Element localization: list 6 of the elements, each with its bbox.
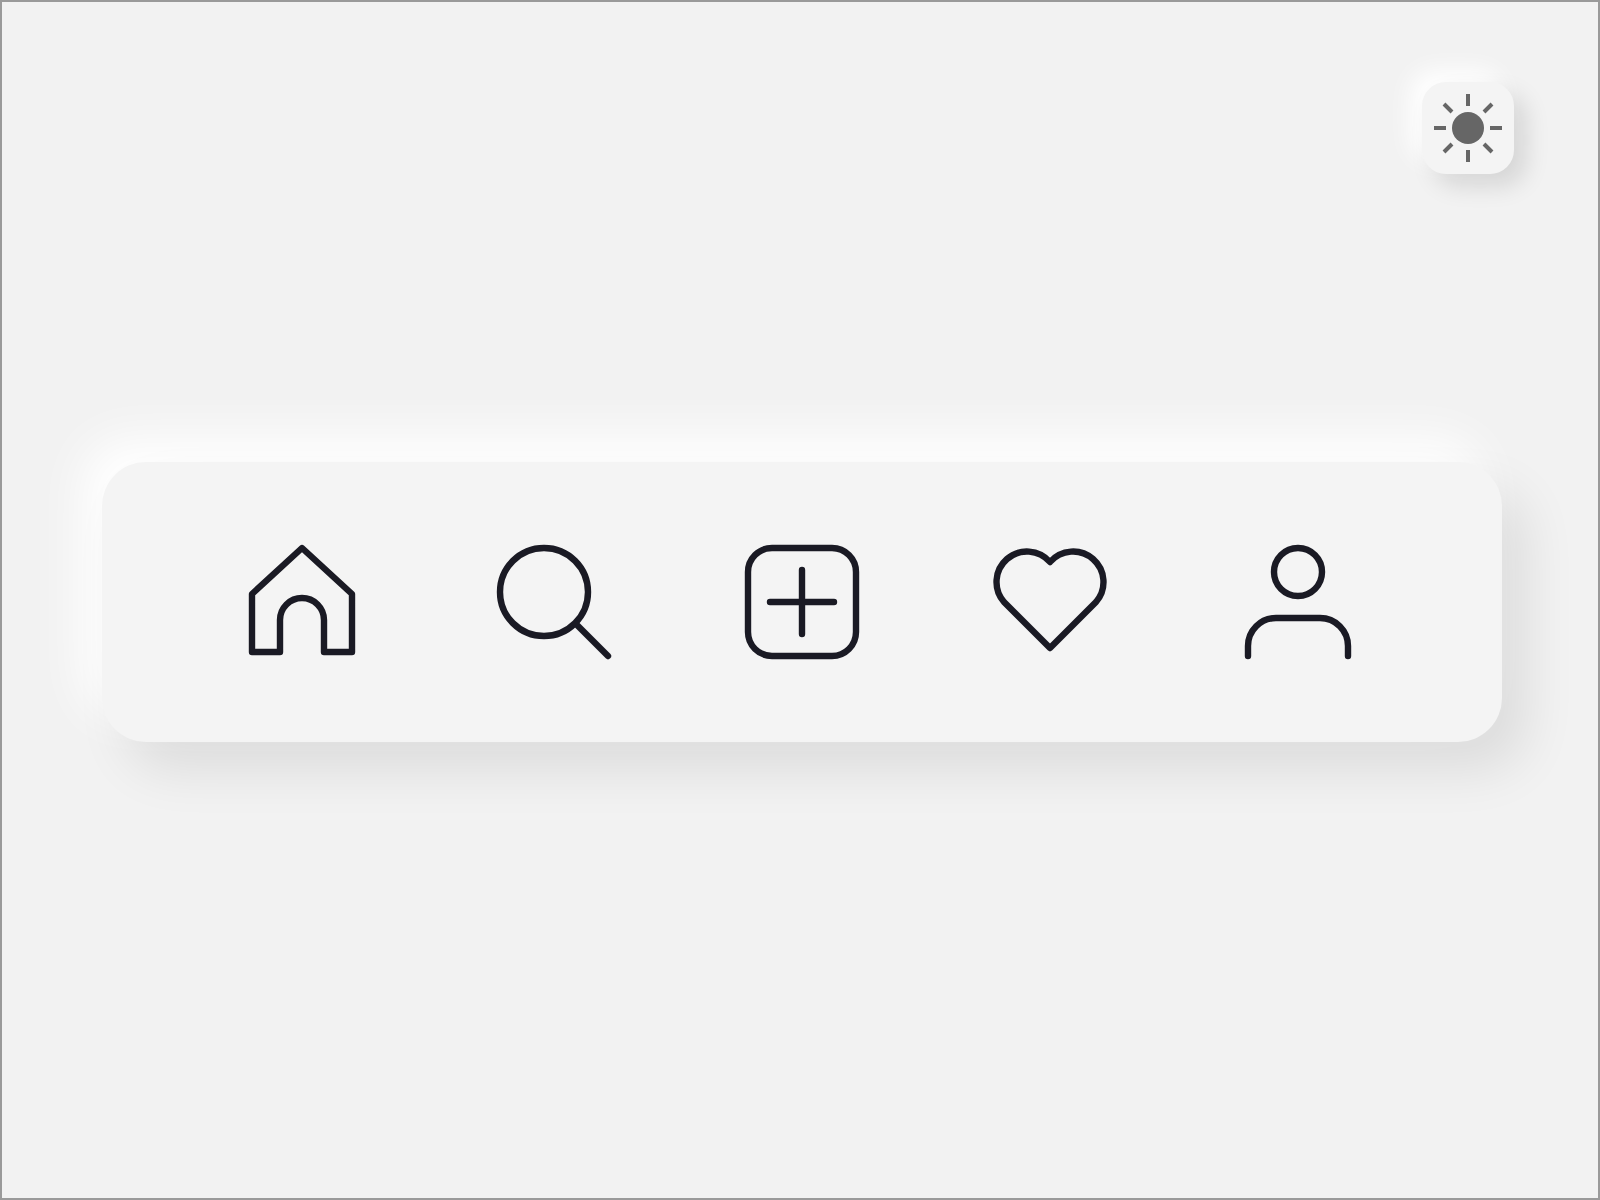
add-icon: [742, 542, 862, 662]
search-icon: [494, 542, 614, 662]
sun-icon: [1432, 92, 1504, 164]
theme-toggle-button[interactable]: [1422, 82, 1514, 174]
search-tab[interactable]: [494, 542, 614, 662]
add-tab[interactable]: [742, 542, 862, 662]
